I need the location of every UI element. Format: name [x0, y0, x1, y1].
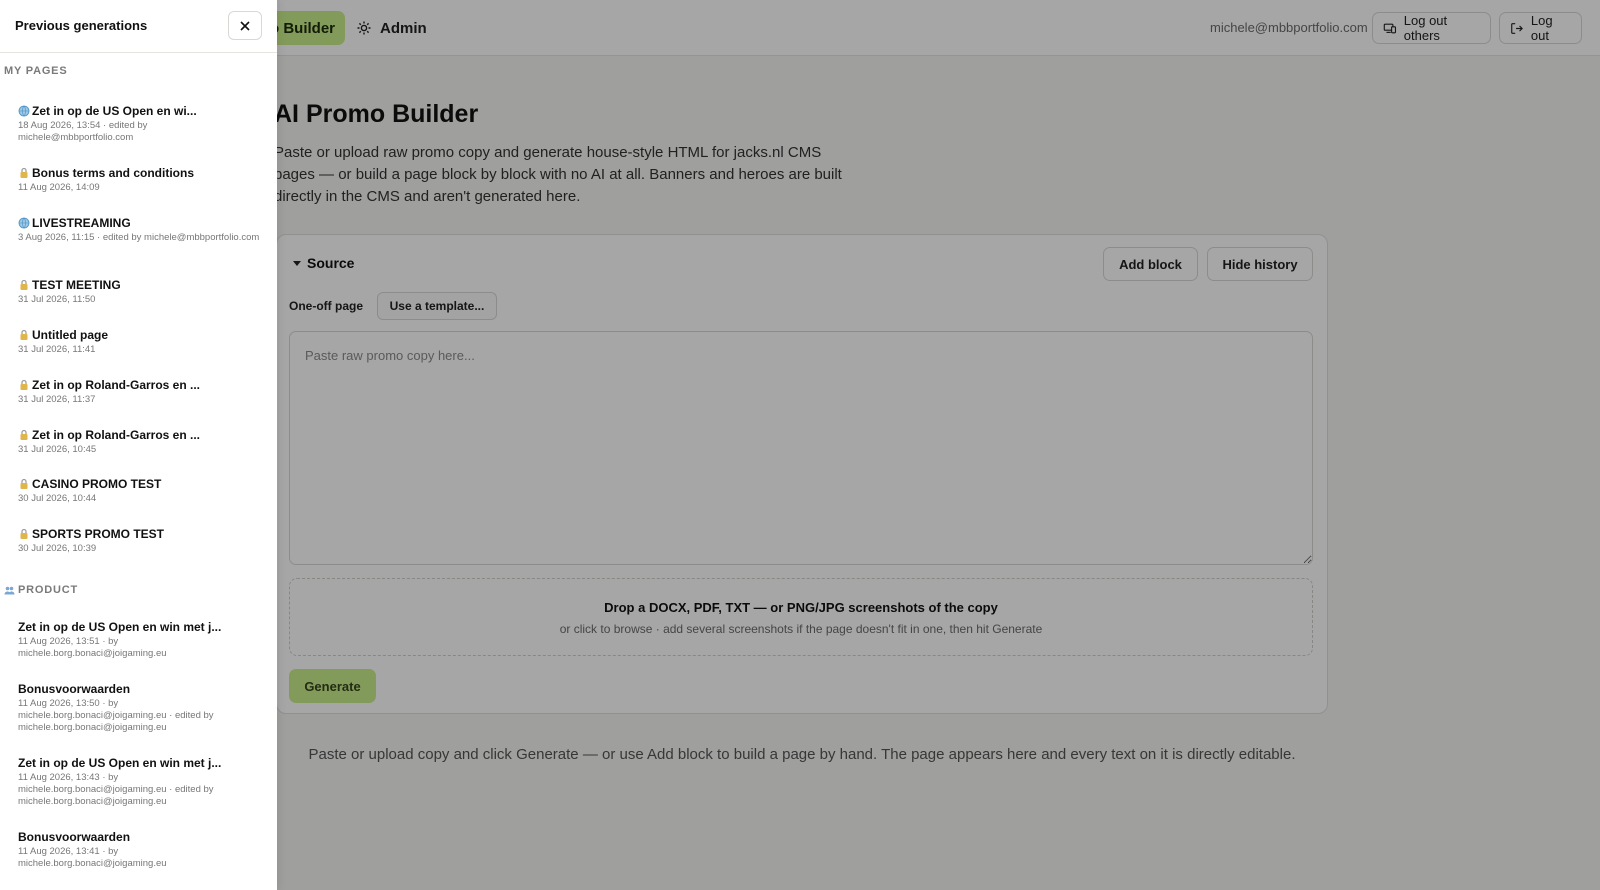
- history-item[interactable]: Untitled page 31 Jul 2026, 11:41: [18, 328, 263, 356]
- history-item[interactable]: SPORTS PROMO TEST 30 Jul 2026, 10:39: [18, 527, 263, 555]
- history-item-meta: 31 Jul 2026, 10:45: [18, 444, 97, 455]
- history-item-meta: 18 Aug 2026, 13:54 · edited by michele@m…: [18, 120, 148, 143]
- history-item-meta: 31 Jul 2026, 11:50: [18, 294, 96, 305]
- history-item-meta: 30 Jul 2026, 10:44: [18, 493, 97, 504]
- product-section-label: PRODUCT: [4, 584, 78, 596]
- globe-icon: [18, 105, 30, 117]
- history-item-meta: 11 Aug 2026, 13:43 · by michele.borg.bon…: [18, 772, 214, 807]
- history-item-title: Bonusvoorwaarden: [18, 682, 131, 696]
- lock-icon: [20, 429, 28, 440]
- history-item-title: Zet in op de US Open en win met j...: [18, 620, 222, 634]
- history-item-meta: 31 Jul 2026, 11:37: [18, 394, 96, 405]
- drawer-title: Previous generations: [15, 18, 148, 33]
- lock-icon: [20, 528, 28, 539]
- history-item-title: Zet in op Roland-Garros en ...: [32, 378, 201, 392]
- history-item[interactable]: Zet in op de US Open en win met j... 11 …: [18, 620, 263, 660]
- history-item-meta: 3 Aug 2026, 11:15 · edited by michele@mb…: [18, 232, 260, 243]
- history-item[interactable]: Zet in op Roland-Garros en ... 31 Jul 20…: [18, 378, 263, 406]
- history-item-meta: 31 Jul 2026, 11:41: [18, 344, 96, 355]
- history-item-meta: 11 Aug 2026, 14:09: [18, 182, 100, 193]
- history-item-title: LIVESTREAMING: [32, 216, 131, 230]
- my-pages-label: MY PAGES: [4, 65, 68, 77]
- history-item[interactable]: Zet in op de US Open en win met j... 11 …: [18, 756, 263, 808]
- history-item-title: Zet in op de US Open en wi...: [32, 104, 197, 118]
- globe-icon: [18, 217, 30, 229]
- history-item-title: Zet in op Roland-Garros en ...: [32, 428, 201, 442]
- product-label: PRODUCT: [18, 584, 78, 596]
- history-item[interactable]: Bonus terms and conditions 11 Aug 2026, …: [18, 166, 263, 194]
- history-drawer: Previous generations MY PAGES Zet in op …: [0, 0, 277, 890]
- history-item-title: Bonus terms and conditions: [32, 166, 195, 180]
- history-item-title: CASINO PROMO TEST: [32, 477, 162, 491]
- close-drawer-button[interactable]: [228, 11, 262, 40]
- history-item-meta: 30 Jul 2026, 10:39: [18, 543, 97, 554]
- lock-icon: [20, 167, 28, 178]
- lock-icon: [20, 478, 28, 489]
- history-item-meta: 11 Aug 2026, 13:41 · by michele.borg.bon…: [18, 846, 167, 869]
- history-item-title: Untitled page: [32, 328, 109, 342]
- lock-icon: [20, 329, 28, 340]
- history-item-meta: 11 Aug 2026, 13:50 · by michele.borg.bon…: [18, 698, 214, 733]
- history-item[interactable]: Bonusvoorwaarden 11 Aug 2026, 13:41 · by…: [18, 830, 263, 870]
- history-item[interactable]: TEST MEETING 31 Jul 2026, 11:50: [18, 278, 263, 306]
- history-item[interactable]: LIVESTREAMING 3 Aug 2026, 11:15 · edited…: [18, 216, 263, 244]
- people-icon: [4, 586, 15, 594]
- history-item-title: TEST MEETING: [32, 278, 121, 292]
- history-item-title: SPORTS PROMO TEST: [32, 527, 165, 541]
- lock-icon: [20, 279, 28, 290]
- history-item[interactable]: Bonusvoorwaarden 11 Aug 2026, 13:50 · by…: [18, 682, 263, 734]
- lock-icon: [20, 379, 28, 390]
- close-icon: [240, 20, 250, 31]
- history-item-title: Bonusvoorwaarden: [18, 830, 131, 844]
- drawer-header: Previous generations: [0, 0, 277, 53]
- history-item[interactable]: CASINO PROMO TEST 30 Jul 2026, 10:44: [18, 477, 263, 505]
- history-item-meta: 11 Aug 2026, 13:51 · by michele.borg.bon…: [18, 636, 167, 659]
- history-item[interactable]: Zet in op de US Open en wi... 18 Aug 202…: [18, 104, 263, 144]
- history-item[interactable]: Zet in op Roland-Garros en ... 31 Jul 20…: [18, 428, 263, 456]
- history-item-title: Zet in op de US Open en win met j...: [18, 756, 222, 770]
